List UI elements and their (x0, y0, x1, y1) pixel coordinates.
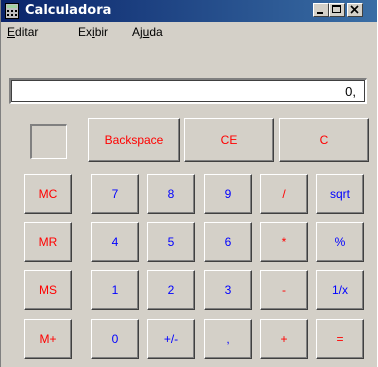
sqrt-button[interactable]: sqrt (316, 174, 364, 214)
calculator-window: Calculadora Editar Exibir Ajuda 0, Backs… (0, 0, 377, 367)
memory-recall-button[interactable]: MR (24, 222, 72, 262)
digit-7-button[interactable]: 7 (91, 174, 139, 214)
clear-entry-button[interactable]: CE (184, 118, 274, 162)
window-title: Calculadora (25, 3, 112, 18)
digit-2-button[interactable]: 2 (147, 270, 195, 310)
memory-store-button[interactable]: MS (24, 270, 72, 310)
display-value: 0, (345, 84, 356, 99)
digit-4-button[interactable]: 4 (91, 222, 139, 262)
result-display[interactable]: 0, (9, 78, 367, 104)
digit-6-button[interactable]: 6 (204, 222, 252, 262)
menu-ajuda[interactable]: Ajuda (132, 25, 163, 39)
menu-exibir[interactable]: Exibir (78, 25, 108, 39)
memory-add-button[interactable]: M+ (24, 319, 72, 359)
memory-clear-button[interactable]: MC (24, 174, 72, 214)
backspace-button[interactable]: Backspace (88, 118, 180, 162)
multiply-button[interactable]: * (260, 222, 308, 262)
calculator-icon (5, 3, 19, 19)
digit-3-button[interactable]: 3 (204, 270, 252, 310)
maximize-button[interactable] (329, 3, 345, 17)
plus-button[interactable]: + (260, 319, 308, 359)
digit-8-button[interactable]: 8 (147, 174, 195, 214)
minus-button[interactable]: - (260, 270, 308, 310)
menu-editar[interactable]: Editar (7, 25, 38, 39)
clear-button[interactable]: C (279, 118, 369, 162)
menu-bar: Editar Exibir Ajuda (1, 22, 377, 41)
digit-1-button[interactable]: 1 (91, 270, 139, 310)
sign-toggle-button[interactable]: +/- (147, 319, 195, 359)
minimize-button[interactable] (313, 3, 329, 17)
percent-button[interactable]: % (316, 222, 364, 262)
digit-5-button[interactable]: 5 (147, 222, 195, 262)
divide-button[interactable]: / (260, 174, 308, 214)
memory-indicator (30, 124, 67, 159)
reciprocal-button[interactable]: 1/x (316, 270, 364, 310)
equals-button[interactable]: = (316, 319, 364, 359)
title-bar[interactable]: Calculadora (1, 0, 377, 22)
close-button[interactable] (347, 3, 363, 17)
digit-0-button[interactable]: 0 (91, 319, 139, 359)
digit-9-button[interactable]: 9 (204, 174, 252, 214)
decimal-button[interactable]: , (204, 319, 252, 359)
